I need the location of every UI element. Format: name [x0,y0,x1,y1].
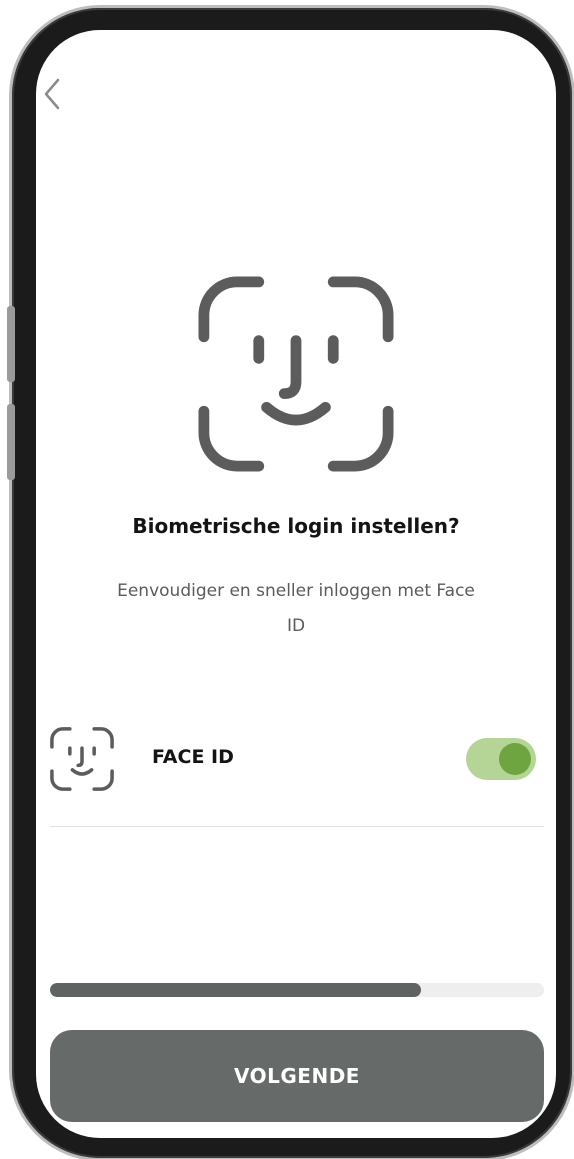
face-id-icon [198,276,394,472]
progress-bar-fill [50,983,421,997]
back-button[interactable] [38,74,66,114]
next-button[interactable]: VOLGENDE [50,1030,544,1122]
face-id-label: FACE ID [152,746,234,768]
divider [50,826,544,827]
screen: Biometrische login instellen? Eenvoudige… [36,30,556,1138]
chevron-left-icon [44,78,60,110]
volume-up-side-button [7,306,15,382]
page-title: Biometrische login instellen? [132,514,460,538]
face-id-setting-row: FACE ID [50,724,544,794]
progress-bar [50,983,544,997]
toggle-knob [499,743,531,775]
volume-down-side-button [7,404,15,480]
face-id-icon [50,727,114,791]
page-subtitle: Eenvoudiger en sneller inloggen met Face… [117,581,475,636]
face-id-toggle[interactable] [466,738,536,780]
